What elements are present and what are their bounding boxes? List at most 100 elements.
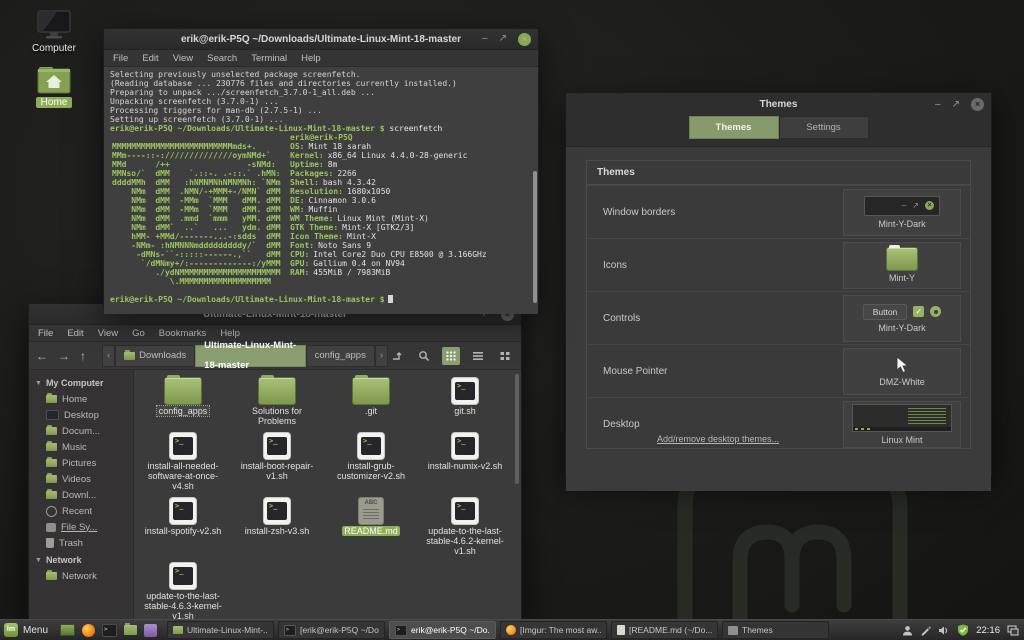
breadcrumb-downloads[interactable]: Downloads bbox=[115, 345, 195, 367]
up-button[interactable]: ↑ bbox=[80, 349, 86, 363]
input-pen-applet-icon[interactable] bbox=[920, 625, 931, 636]
file-manager-sidebar: ▼ My Computer Home Desktop Docum... Musi… bbox=[29, 370, 134, 625]
file-item[interactable]: .git bbox=[325, 378, 417, 426]
close-button[interactable]: × bbox=[971, 98, 984, 111]
file-item[interactable]: Solutions for Problems bbox=[231, 378, 323, 426]
mint-menu-icon: lm bbox=[4, 623, 18, 637]
menu-terminal[interactable]: Terminal bbox=[251, 53, 287, 64]
files-launcher-icon[interactable] bbox=[124, 625, 137, 635]
software-launcher-icon[interactable] bbox=[144, 624, 157, 637]
sidebar-item-desktop[interactable]: Desktop bbox=[29, 407, 133, 423]
file-item[interactable]: install-spotify-v2.sh bbox=[137, 498, 229, 556]
sidebar-item-home[interactable]: Home bbox=[29, 391, 133, 407]
file-item[interactable]: install-numix-v2.sh bbox=[419, 433, 511, 491]
menu-edit[interactable]: Edit bbox=[67, 328, 83, 339]
tab-settings[interactable]: Settings bbox=[779, 116, 869, 139]
tab-themes[interactable]: Themes bbox=[689, 116, 779, 139]
maximize-button[interactable]: ↗ bbox=[499, 34, 507, 44]
list-view-button[interactable] bbox=[469, 347, 487, 365]
back-button[interactable]: ← bbox=[36, 349, 48, 363]
menu-search[interactable]: Search bbox=[207, 53, 237, 64]
breadcrumb-scroll-right[interactable]: › bbox=[375, 345, 388, 367]
menu-bookmarks[interactable]: Bookmarks bbox=[159, 328, 207, 339]
show-desktop-icon[interactable] bbox=[60, 624, 75, 636]
compact-view-button[interactable] bbox=[496, 347, 514, 365]
file-item[interactable]: update-to-the-last-stable-4.6.2-kernel-v… bbox=[419, 498, 511, 556]
minimize-button[interactable]: – bbox=[482, 34, 488, 44]
search-button[interactable] bbox=[415, 347, 433, 365]
volume-applet-icon[interactable] bbox=[938, 625, 950, 636]
menu-button[interactable]: lm Menu bbox=[0, 620, 56, 640]
add-remove-desktop-themes-link[interactable]: Add/remove desktop themes... bbox=[657, 434, 779, 444]
task-button-terminal-1[interactable]: > [erik@erik-P5Q ~/Do... bbox=[278, 621, 385, 639]
terminal-line: Setting up screenfetch (3.7.0-1) ... bbox=[110, 115, 532, 124]
task-button-firefox[interactable]: [Imgur: The most aw... bbox=[500, 621, 607, 639]
file-name: install-zsh-v3.sh bbox=[243, 526, 312, 536]
menu-go[interactable]: Go bbox=[132, 328, 145, 339]
desktop-icon-label: Computer bbox=[32, 43, 76, 54]
themes-titlebar[interactable]: Themes – ↗ × bbox=[566, 93, 991, 116]
file-item[interactable]: update-to-the-last-stable-4.6.3-kernel-v… bbox=[137, 563, 229, 621]
file-item[interactable]: config_apps bbox=[137, 378, 229, 426]
minimize-button[interactable]: – bbox=[935, 100, 941, 110]
trash-icon bbox=[46, 538, 54, 548]
sidebar-item-documents[interactable]: Docum... bbox=[29, 423, 133, 439]
menu-file[interactable]: File bbox=[38, 328, 53, 339]
file-item[interactable]: install-boot-repair-v1.sh bbox=[231, 433, 323, 491]
window-selector-applet-icon[interactable] bbox=[1007, 625, 1019, 636]
computer-icon bbox=[35, 10, 73, 40]
task-button-terminal-2[interactable]: > erik@erik-P5Q ~/Do... bbox=[389, 621, 496, 639]
menu-view[interactable]: View bbox=[173, 53, 193, 64]
breadcrumb-config-apps[interactable]: config_apps bbox=[306, 345, 375, 367]
user-applet-icon[interactable] bbox=[902, 625, 913, 636]
file-item-readme[interactable]: README.md bbox=[325, 498, 417, 556]
file-item[interactable]: install-zsh-v3.sh bbox=[231, 498, 323, 556]
sidebar-item-downloads[interactable]: Downl... bbox=[29, 487, 133, 503]
sidebar-item-videos[interactable]: Videos bbox=[29, 471, 133, 487]
sidebar-item-network[interactable]: Network bbox=[29, 568, 133, 584]
task-button-readme[interactable]: [README.md (~/Do... bbox=[611, 621, 718, 639]
controls-picker[interactable]: Button ✓ Mint-Y-Dark bbox=[843, 295, 961, 342]
file-item[interactable]: git.sh bbox=[419, 378, 511, 426]
window-borders-picker[interactable]: – ↗ × Mint-Y-Dark bbox=[843, 189, 961, 236]
sidebar-section-network[interactable]: ▼ Network bbox=[29, 551, 133, 568]
grid-view-button[interactable] bbox=[442, 347, 460, 365]
breadcrumb-current[interactable]: Ultimate-Linux-Mint-18-master bbox=[195, 345, 305, 367]
clock[interactable]: 22:16 bbox=[976, 625, 1000, 636]
breadcrumb-scroll-left[interactable]: ‹ bbox=[102, 345, 115, 367]
terminal-scrollbar[interactable] bbox=[533, 171, 537, 303]
forward-button[interactable]: → bbox=[58, 349, 70, 363]
icons-picker[interactable]: Mint-Y bbox=[843, 242, 961, 289]
network-icon bbox=[46, 572, 57, 580]
file-item[interactable]: install-grub-customizer-v2.sh bbox=[325, 433, 417, 491]
window-title: erik@erik-P5Q ~/Downloads/Ultimate-Linux… bbox=[181, 34, 461, 45]
firefox-launcher-icon[interactable] bbox=[82, 624, 95, 637]
desktop-theme-picker[interactable]: Linux Mint bbox=[843, 401, 961, 448]
menu-edit[interactable]: Edit bbox=[142, 53, 158, 64]
file-item[interactable]: install-all-needed-software-at-once-v4.s… bbox=[137, 433, 229, 491]
terminal-launcher-icon[interactable]: > bbox=[102, 624, 117, 637]
mouse-pointer-picker[interactable]: DMZ-White bbox=[843, 348, 961, 395]
desktop-icon-computer[interactable]: Computer bbox=[16, 10, 92, 54]
sidebar-item-file-system[interactable]: File Sy... bbox=[29, 519, 133, 535]
task-button-themes[interactable]: Themes bbox=[722, 621, 829, 639]
sidebar-item-music[interactable]: Music bbox=[29, 439, 133, 455]
update-shield-applet-icon[interactable] bbox=[957, 624, 969, 636]
menu-file[interactable]: File bbox=[113, 53, 128, 64]
terminal-titlebar[interactable]: erik@erik-P5Q ~/Downloads/Ultimate-Linux… bbox=[104, 29, 538, 50]
close-button[interactable]: × bbox=[518, 33, 531, 46]
sidebar-item-trash[interactable]: Trash bbox=[29, 535, 133, 551]
sidebar-item-recent[interactable]: Recent bbox=[29, 503, 133, 519]
terminal-output: Selecting previously unselected package … bbox=[104, 67, 538, 314]
task-button-file-manager[interactable]: Ultimate-Linux-Mint-... bbox=[167, 621, 274, 639]
content-scrollbar[interactable] bbox=[515, 374, 519, 484]
desktop-icon-home[interactable]: Home bbox=[16, 66, 92, 108]
toggle-location-entry-button[interactable] bbox=[388, 347, 406, 365]
shell-prompt: erik@erik-P5Q ~/Downloads/Ultimate-Linux… bbox=[110, 124, 385, 133]
folder-icon bbox=[353, 378, 389, 404]
maximize-button[interactable]: ↗ bbox=[952, 100, 960, 110]
sidebar-item-pictures[interactable]: Pictures bbox=[29, 455, 133, 471]
sidebar-section-my-computer[interactable]: ▼ My Computer bbox=[29, 374, 133, 391]
menu-view[interactable]: View bbox=[98, 328, 118, 339]
menu-help[interactable]: Help bbox=[301, 53, 321, 64]
